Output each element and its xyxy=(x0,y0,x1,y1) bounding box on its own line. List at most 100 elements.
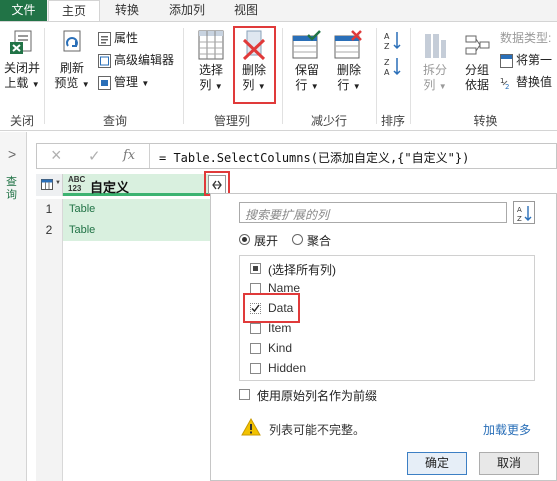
data-preview-grid: ▼ ABC 123 自定义 1 Table 2 Table xyxy=(36,171,230,481)
row-number[interactable]: 1 xyxy=(36,199,63,220)
refresh-icon xyxy=(63,30,81,52)
cancel-button[interactable]: 取消 xyxy=(479,452,539,475)
ribbon-separator xyxy=(282,28,283,124)
data-type-label: 数据类型: xyxy=(500,31,552,45)
highlight-data-checkbox xyxy=(243,293,300,323)
choose-columns-label-2: 列 xyxy=(199,78,212,92)
chevron-down-icon: ▼ xyxy=(352,82,361,91)
split-column-button[interactable]: 拆分 列 ▼ xyxy=(416,30,454,94)
split-column-label-2: 列 xyxy=(423,78,436,92)
manage-icon xyxy=(98,75,111,90)
replace-values-label: 替换值 xyxy=(516,75,553,89)
table-row: 1 Table xyxy=(36,199,210,220)
use-first-row-label: 将第一 xyxy=(516,53,553,67)
tab-file[interactable]: 文件 xyxy=(0,0,47,21)
tab-home[interactable]: 主页 xyxy=(48,0,100,22)
advanced-editor-button[interactable]: 高级编辑器 xyxy=(98,52,174,69)
cancel-formula-icon[interactable]: × xyxy=(51,145,62,166)
queries-pane-label[interactable]: 查询 xyxy=(6,176,20,202)
column-label: Kind xyxy=(268,341,293,355)
commit-formula-icon[interactable]: ✓ xyxy=(88,147,101,165)
refresh-preview-button[interactable]: 刷新 预览 ▼ xyxy=(52,30,92,92)
warning-icon xyxy=(241,418,261,436)
group-label-query: 查询 xyxy=(102,114,127,128)
group-by-button[interactable]: 分组 依据 xyxy=(458,30,496,93)
formula-divider xyxy=(149,144,150,168)
group-by-icon xyxy=(465,35,490,55)
load-more-link[interactable]: 加载更多 xyxy=(483,421,531,438)
tab-view[interactable]: 视图 xyxy=(222,0,270,21)
use-prefix-checkbox[interactable] xyxy=(239,389,250,400)
tab-add-column[interactable]: 添加列 xyxy=(157,0,217,21)
svg-text:A: A xyxy=(517,206,522,214)
keep-rows-label-1: 保留 xyxy=(294,63,319,77)
sort-descending-button[interactable]: ZA xyxy=(382,56,404,80)
properties-icon xyxy=(98,31,111,46)
select-all-checkbox[interactable] xyxy=(250,263,261,274)
expand-pane-chevron-icon[interactable]: > xyxy=(8,146,16,162)
group-label-reduce-rows: 减少行 xyxy=(310,114,347,128)
formula-bar: × ✓ fx = Table.SelectColumns(已添加自定义,{"自定… xyxy=(36,143,557,169)
sort-columns-button[interactable]: AZ xyxy=(513,201,535,224)
advanced-editor-label: 高级编辑器 xyxy=(114,53,175,67)
radio-selected-icon xyxy=(239,234,250,245)
use-first-row-button[interactable]: 将第一 xyxy=(500,52,552,69)
choose-columns-label-1: 选择 xyxy=(198,63,223,77)
column-checkbox[interactable] xyxy=(250,323,261,334)
sort-ascending-button[interactable]: AZ xyxy=(382,30,404,54)
column-type-icon[interactable]: ABC 123 xyxy=(68,175,85,193)
group-label-transform: 转换 xyxy=(473,114,498,128)
svg-text:Z: Z xyxy=(384,58,390,67)
group-label-manage-columns: 管理列 xyxy=(213,114,250,128)
table-menu-button[interactable]: ▼ xyxy=(36,174,63,196)
row-number-gutter xyxy=(36,241,63,481)
radio-unselected-icon xyxy=(292,234,303,245)
type-label-bottom: 123 xyxy=(68,184,82,193)
row-number[interactable]: 2 xyxy=(36,220,63,241)
column-checkbox[interactable] xyxy=(250,343,261,354)
close-and-load-button[interactable]: 关闭并 上载 ▼ xyxy=(2,30,42,92)
formula-input[interactable]: = Table.SelectColumns(已添加自定义,{"自定义"}) xyxy=(159,149,469,166)
tab-transform[interactable]: 转换 xyxy=(103,0,151,21)
queries-pane-collapsed[interactable]: > 查询 xyxy=(0,132,27,481)
expand-label: 展开 xyxy=(254,234,279,248)
remove-rows-button[interactable]: 删除 行 ▼ xyxy=(330,30,368,94)
keep-rows-button[interactable]: 保留 行 ▼ xyxy=(288,30,326,94)
refresh-label-2: 预览 xyxy=(54,76,79,90)
ok-button[interactable]: 确定 xyxy=(407,452,467,475)
keep-rows-icon xyxy=(292,30,321,59)
table-cell-link[interactable]: Table xyxy=(63,199,210,220)
refresh-label-1: 刷新 xyxy=(59,61,84,75)
remove-rows-label-1: 删除 xyxy=(336,63,361,77)
svg-text:2: 2 xyxy=(505,83,509,90)
properties-button[interactable]: 属性 xyxy=(98,30,138,47)
replace-values-button[interactable]: 1 2 替换值 xyxy=(500,74,552,91)
table-row: 2 Table xyxy=(36,220,210,241)
split-column-icon xyxy=(425,34,446,58)
search-columns-input[interactable]: 搜索要扩展的列 xyxy=(239,202,507,223)
remove-rows-label-2: 行 xyxy=(337,78,350,92)
properties-label: 属性 xyxy=(114,31,139,45)
close-load-label-1: 关闭并 xyxy=(3,61,40,75)
remove-rows-icon xyxy=(334,30,362,59)
expand-column-popup: 搜索要扩展的列 AZ 展开 聚合 (选择所有列) Name Data Item xyxy=(210,193,557,481)
data-type-selector[interactable]: 数据类型: xyxy=(500,30,551,47)
column-label: Hidden xyxy=(268,361,307,375)
chevron-down-icon: ▼ xyxy=(310,82,319,91)
advanced-editor-icon xyxy=(98,53,111,68)
manage-label: 管理 xyxy=(114,75,139,89)
indeterminate-mark xyxy=(253,266,258,271)
group-by-label-2: 依据 xyxy=(464,78,489,92)
column-header-label[interactable]: 自定义 xyxy=(90,177,129,196)
column-checkbox[interactable] xyxy=(250,363,261,374)
choose-columns-button[interactable]: 选择 列 ▼ xyxy=(191,30,231,94)
aggregate-label: 聚合 xyxy=(307,234,332,248)
type-label-top: ABC xyxy=(68,175,86,184)
chevron-down-icon: ▼ xyxy=(214,82,223,91)
select-all-label: (选择所有列) xyxy=(268,263,336,277)
close-load-icon xyxy=(10,30,32,54)
use-prefix-label: 使用原始列名作为前缀 xyxy=(257,389,378,403)
manage-button[interactable]: 管理 ▼ xyxy=(98,74,149,91)
fx-icon[interactable]: fx xyxy=(123,148,135,163)
table-cell-link[interactable]: Table xyxy=(63,220,210,241)
